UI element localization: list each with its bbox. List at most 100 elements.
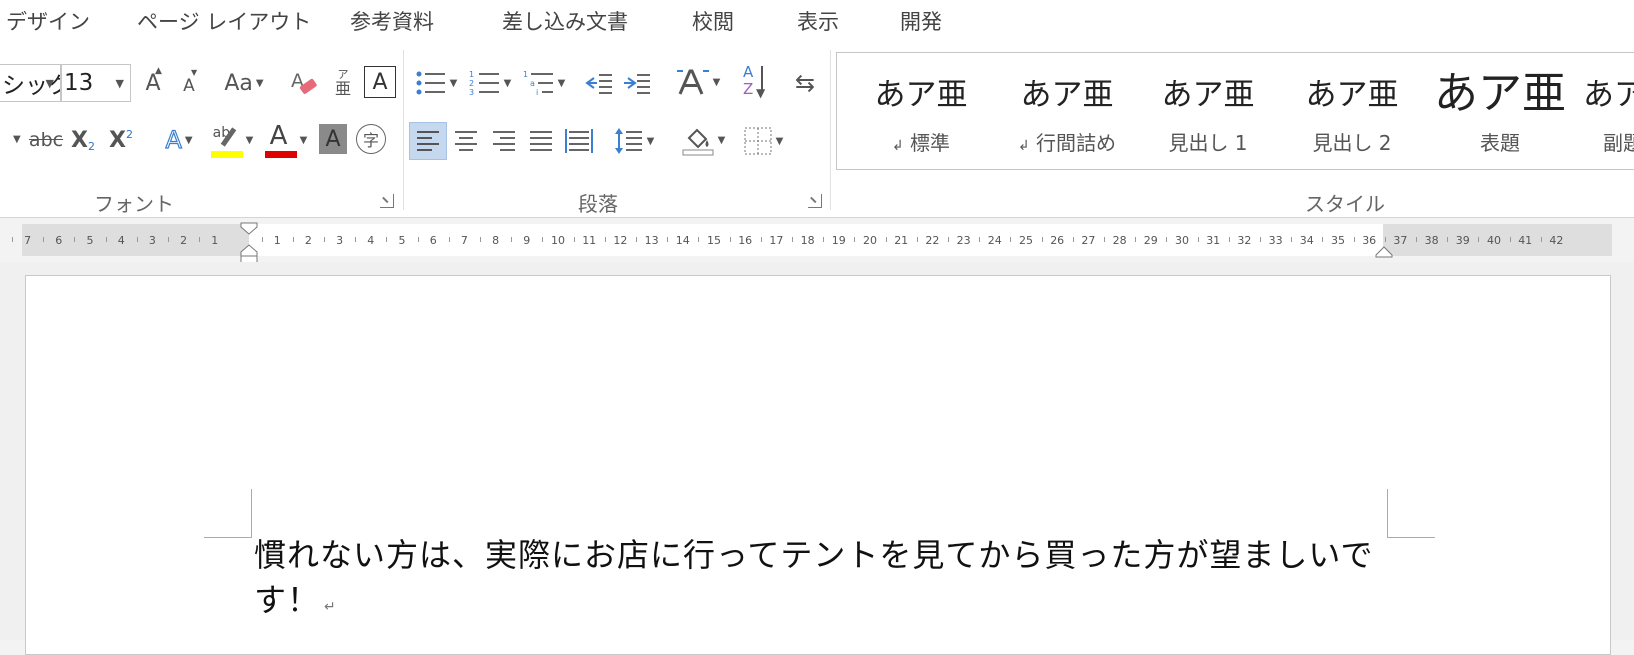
character-shading-button[interactable]: A xyxy=(319,124,347,154)
styles-group-label: スタイル xyxy=(1305,192,1385,216)
tab-view[interactable]: 表示 xyxy=(797,6,839,36)
ruler-tick xyxy=(729,237,731,242)
ruler-number: 12 xyxy=(613,234,628,247)
ruler-tick xyxy=(667,237,669,242)
font-color-button[interactable]: A ▼ xyxy=(260,120,312,160)
eraser-icon: A xyxy=(291,70,317,94)
justify-button[interactable] xyxy=(522,122,560,160)
style-item-subtitle[interactable]: あア 副題 xyxy=(1583,53,1634,169)
align-left-button[interactable] xyxy=(409,122,447,160)
show-formatting-marks-button[interactable]: ⇆ xyxy=(788,64,822,102)
chevron-down-icon[interactable]: ▼ xyxy=(13,134,21,145)
tab-page-layout[interactable]: ページ レイアウト xyxy=(137,6,311,36)
first-line-indent-marker-icon[interactable] xyxy=(238,222,260,266)
ruler-tick xyxy=(136,237,138,242)
borders-button[interactable]: ▼ xyxy=(736,122,790,160)
chevron-down-icon: ▼ xyxy=(717,134,726,146)
document-canvas: 慣れない方は、実際にお店に行ってテントを見てから買った方が望ましいです！ ↵ xyxy=(0,262,1634,655)
ruler-number: 42 xyxy=(1549,234,1564,247)
ruler-number: 6 xyxy=(429,234,437,247)
ruler-tick xyxy=(573,237,575,242)
ruler-tick xyxy=(854,237,856,242)
distributed-button[interactable] xyxy=(560,122,598,160)
chevron-down-icon: ▼ xyxy=(299,134,308,146)
tab-design[interactable]: デザイン xyxy=(6,6,90,36)
clear-formatting-button[interactable]: A xyxy=(286,64,320,102)
phonetic-guide-button[interactable]: ア 亜 xyxy=(330,62,356,104)
chevron-down-icon[interactable]: ▼ xyxy=(46,77,54,90)
subscript-mark: 2 xyxy=(87,139,95,153)
subscript-button[interactable]: X 2 xyxy=(68,122,98,158)
style-sample: あア xyxy=(1583,77,1634,113)
style-item-no-spacing[interactable]: あア亜 ↲ 行間詰め xyxy=(987,53,1147,169)
text-effects-button[interactable]: A ▼ xyxy=(154,122,204,158)
grow-font-button[interactable]: A ▲ xyxy=(138,64,168,102)
sort-button[interactable]: A Z ▼ xyxy=(740,62,774,102)
ruler-number: 31 xyxy=(1206,234,1221,247)
shrink-font-button[interactable]: A ▼ xyxy=(174,64,204,102)
chevron-down-icon: ▼ xyxy=(775,135,784,147)
ruler-tick xyxy=(480,237,481,242)
superscript-button[interactable]: X 2 xyxy=(106,122,136,158)
chevron-down-icon[interactable]: ▼ xyxy=(116,77,124,90)
paragraph-mark-icon: ↲ xyxy=(891,138,904,154)
font-name-combo[interactable]: シック ▼ xyxy=(0,64,61,102)
ruler-number: 26 xyxy=(1050,234,1065,247)
ruler-tick xyxy=(511,237,513,242)
tab-mailings[interactable]: 差し込み文書 xyxy=(502,6,628,36)
document-page[interactable]: 慣れない方は、実際にお店に行ってテントを見てから買った方が望ましいです！ ↵ xyxy=(25,275,1611,655)
style-item-heading-2[interactable]: あア亜 見出し 2 xyxy=(1282,53,1422,169)
bullet-list-icon xyxy=(416,71,445,95)
ruler-tick xyxy=(1478,237,1480,242)
numbering-button[interactable]: 1 2 3 ▼ xyxy=(464,64,516,102)
right-indent-marker-icon[interactable] xyxy=(1373,242,1395,258)
highlight-color-button[interactable]: ab ▼ xyxy=(206,120,258,160)
paragraph-dialog-launcher-icon[interactable] xyxy=(808,194,822,208)
ruler-tick xyxy=(417,237,419,242)
document-paragraph[interactable]: 慣れない方は、実際にお店に行ってテントを見てから買った方が望ましいです！ ↵ xyxy=(254,533,1404,630)
bullets-button[interactable]: ▼ xyxy=(410,64,462,102)
shading-button[interactable]: ▼ xyxy=(676,120,730,160)
ruler-number: 39 xyxy=(1455,234,1470,247)
ruler-tick xyxy=(948,237,949,242)
style-name: 表題 xyxy=(1480,131,1520,155)
ruler-number: 30 xyxy=(1175,234,1189,247)
ruler-number: 40 xyxy=(1487,234,1501,247)
ruler-tick xyxy=(1104,237,1105,242)
character-border-button[interactable]: A xyxy=(364,66,396,98)
tab-review[interactable]: 校閲 xyxy=(692,6,734,36)
ruler-number: 3 xyxy=(148,234,156,247)
tab-references[interactable]: 参考資料 xyxy=(350,6,434,36)
line-spacing-button[interactable]: ▼ xyxy=(608,122,660,160)
enclose-characters-button[interactable]: 字 xyxy=(356,124,386,154)
ruler-number: 8 xyxy=(492,234,500,247)
align-center-button[interactable] xyxy=(447,122,485,160)
horizontal-ruler[interactable]: 7 6 5 4 3 2 1 1 2 3 4 5 6 7 8 9 10 11 12 13 14 15 16 17 18 19 20 21… xyxy=(0,222,1634,265)
style-item-heading-1[interactable]: あア亜 見出し 1 xyxy=(1138,53,1278,169)
style-item-normal[interactable]: あア亜 ↲ 標準 xyxy=(851,53,991,169)
shrink-font-icon: A xyxy=(183,76,195,96)
style-sample: あア亜 xyxy=(1020,77,1114,113)
tab-developer[interactable]: 開発 xyxy=(900,6,942,36)
highlight-color-bar xyxy=(210,151,243,158)
multilevel-list-button[interactable]: 1 a i ▼ xyxy=(518,64,570,102)
font-dialog-launcher-icon[interactable] xyxy=(380,194,394,208)
style-item-title[interactable]: あア亜 表題 xyxy=(1420,53,1580,169)
ruler-number: 16 xyxy=(738,234,753,247)
ruler-number: 1 xyxy=(211,234,219,247)
enclose-characters-icon: 字 xyxy=(362,131,379,150)
asian-layout-button[interactable]: ▼ xyxy=(670,62,726,102)
ruler-tick xyxy=(885,237,887,242)
crop-mark xyxy=(251,489,252,537)
ruler-number: 17 xyxy=(769,234,784,247)
ruler-tick xyxy=(1041,237,1043,242)
ruler-number: 27 xyxy=(1081,234,1096,247)
ruler-tick xyxy=(1228,237,1230,242)
change-case-button[interactable]: Aa ▼ xyxy=(218,64,270,102)
decrease-indent-button[interactable] xyxy=(582,64,616,102)
svg-text:1: 1 xyxy=(523,70,528,79)
increase-indent-button[interactable] xyxy=(620,64,654,102)
align-right-button[interactable] xyxy=(485,122,523,160)
font-size-combo[interactable]: 13 ▼ xyxy=(61,64,131,102)
strikethrough-button[interactable]: abc xyxy=(28,122,64,158)
